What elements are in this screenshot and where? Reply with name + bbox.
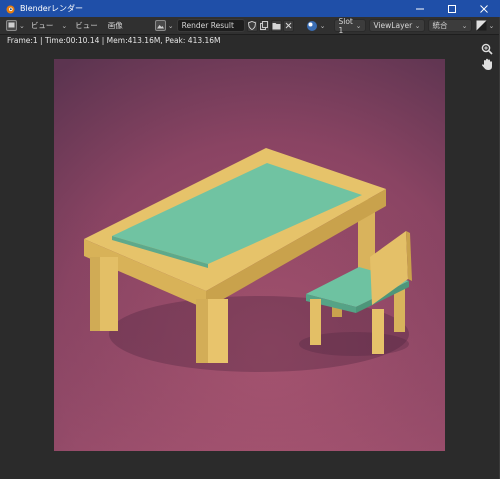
alpha-display-icon: [476, 20, 486, 31]
table-leg-front-right-shade: [196, 299, 208, 363]
chevron-down-icon: ⌄: [319, 21, 326, 30]
display-channels-button[interactable]: ⌄: [306, 19, 326, 33]
maximize-button[interactable]: [436, 0, 468, 17]
window-title: Blenderレンダー: [20, 4, 83, 13]
shield-icon: [248, 21, 257, 30]
menu-view[interactable]: ビュー: [75, 19, 98, 33]
chevron-down-icon: ⌄: [61, 21, 68, 30]
chair-leg-front-right: [372, 309, 384, 354]
minimize-icon: [416, 8, 424, 9]
title-bar: Blenderレンダー: [0, 0, 500, 17]
image-editor-header: ⌄ ビュー ⌄ ビュー 画像 ⌄ Render Result ⌄ Slot 1 …: [0, 17, 500, 35]
chair-leg-back-right: [394, 287, 405, 332]
close-icon: [480, 4, 488, 13]
render-pass-value: 統合: [432, 21, 448, 30]
display-mode-button[interactable]: ⌄: [476, 19, 495, 33]
render-scene: [54, 59, 445, 451]
view-layer-select[interactable]: ViewLayer ⌄: [368, 19, 425, 32]
menu-image[interactable]: 画像: [108, 19, 123, 33]
blender-logo-icon: [6, 5, 15, 13]
new-image-button[interactable]: [258, 19, 270, 32]
color-sphere-icon: [306, 20, 317, 31]
render-pass-select[interactable]: 統合 ⌄: [427, 19, 472, 32]
chair-leg-front-left: [310, 299, 321, 345]
maximize-icon: [448, 4, 456, 13]
slot-select[interactable]: Slot 1 ⌄: [333, 16, 366, 35]
chevron-down-icon: ⌄: [355, 21, 362, 30]
chevron-down-icon: ⌄: [167, 21, 174, 30]
image-browse-icon: [154, 20, 166, 31]
pan-tool-button[interactable]: [480, 57, 494, 71]
fake-user-button[interactable]: [246, 19, 258, 32]
duplicate-icon: [260, 21, 269, 30]
image-editor-icon: [6, 20, 17, 31]
view-layer-value: ViewLayer: [373, 21, 413, 30]
unlink-image-button[interactable]: [282, 19, 294, 32]
slot-value: Slot 1: [338, 16, 353, 35]
chevron-down-icon: ⌄: [19, 21, 25, 30]
menu-view-label: ビュー: [75, 21, 98, 30]
render-stats-text: Frame:1 | Time:00:10.14 | Mem:413.16M, P…: [7, 36, 221, 45]
view-mode-button[interactable]: ビュー ⌄: [31, 19, 67, 33]
editor-type-button[interactable]: ⌄: [6, 19, 25, 33]
image-browse-button[interactable]: ⌄: [154, 19, 174, 33]
close-icon: [285, 22, 291, 29]
render-result-image: [54, 59, 445, 451]
zoom-tool-button[interactable]: [480, 42, 494, 56]
hand-pan-icon: [482, 58, 492, 70]
image-name-field[interactable]: Render Result: [176, 19, 245, 32]
folder-icon: [272, 22, 281, 29]
zoom-icon: [481, 43, 493, 55]
open-image-button[interactable]: [270, 19, 282, 32]
view-mode-label: ビュー: [30, 21, 54, 30]
chevron-down-icon: ⌄: [488, 21, 495, 30]
close-button[interactable]: [468, 0, 500, 17]
chevron-down-icon: ⌄: [461, 21, 468, 30]
menu-image-label: 画像: [107, 21, 123, 30]
minimize-button[interactable]: [404, 0, 436, 17]
table-leg-front-left-shade: [90, 257, 100, 331]
chevron-down-icon: ⌄: [414, 21, 421, 30]
image-name-value: Render Result: [181, 21, 234, 30]
